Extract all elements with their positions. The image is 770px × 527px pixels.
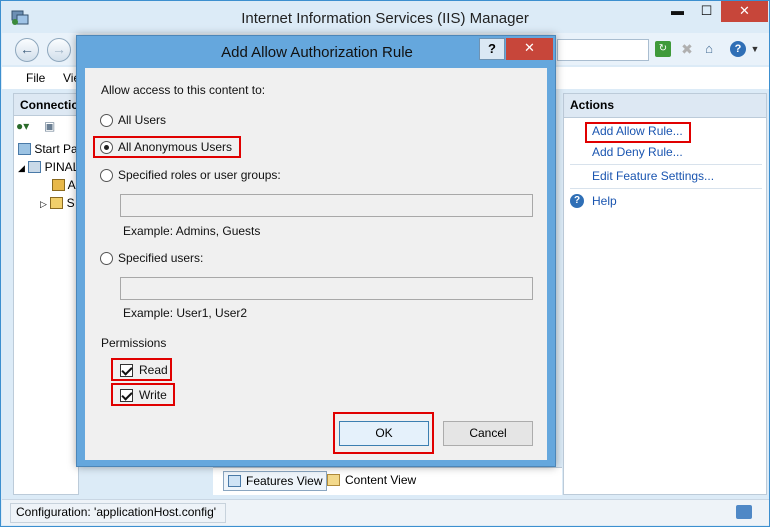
status-bar: Configuration: 'applicationHost.config' [2,499,769,525]
add-allow-authorization-rule-dialog: Add Allow Authorization Rule ? ✕ Allow a… [76,35,556,467]
minimize-button[interactable]: ▬ [663,1,692,22]
status-configuration: Configuration: 'applicationHost.config' [16,505,217,519]
content-view-icon [327,474,340,486]
help-icon: ? [570,194,584,208]
permissions-label: Permissions [101,336,167,350]
roles-example: Example: Admins, Guests [123,224,261,238]
expand-icon[interactable]: ◢ [18,163,25,173]
help-icon[interactable]: ? [730,41,746,57]
highlight-box [93,136,241,158]
close-button[interactable]: ✕ [721,1,768,22]
title-bar: Internet Information Services (IIS) Mana… [1,1,769,33]
dialog-close-button[interactable]: ✕ [506,38,553,60]
app-pools-icon [52,179,65,191]
connections-toolbar: ●▾ ▣ [14,116,78,136]
maximize-button[interactable]: ☐ [692,1,721,22]
tab-content-view[interactable]: Content View [323,471,420,491]
connections-pane: Connections ●▾ ▣ Start Page ◢ PINAL A ▷ … [13,93,91,495]
view-tabs-bar: Features View Content View [213,467,562,495]
roles-input[interactable] [120,194,533,217]
menu-file[interactable]: File [26,71,45,85]
address-bar[interactable] [557,39,649,61]
window-title: Internet Information Services (IIS) Mana… [241,10,529,27]
add-deny-rule-link[interactable]: Add Deny Rule... [592,145,683,159]
radio-specified-roles[interactable] [100,169,113,182]
cancel-button[interactable]: Cancel [443,421,533,446]
tab-features-view[interactable]: Features View [223,471,328,491]
refresh-icon[interactable]: ↻ [655,41,671,57]
highlight-box [585,122,691,143]
radio-all-users[interactable] [100,114,113,127]
all-users-label[interactable]: All Users [118,113,166,127]
highlight-box [333,412,434,454]
server-icon [28,161,42,173]
edit-feature-settings-link[interactable]: Edit Feature Settings... [592,169,714,183]
tree-item-server[interactable]: ◢ PINAL [18,160,79,174]
dialog-help-button[interactable]: ? [479,38,505,60]
actions-separator [570,188,762,189]
highlight-box [111,358,172,381]
tree-item-app-pools[interactable]: A [52,178,76,192]
actions-separator [570,164,762,165]
help-link[interactable]: Help [592,194,617,208]
highlight-box [111,383,175,406]
allow-access-label: Allow access to this content to: [101,83,266,97]
connections-header: Connections [14,94,78,116]
back-button[interactable]: ← [15,38,39,62]
actions-header: Actions [564,94,766,118]
chevron-down-icon[interactable]: ▼ [747,41,763,57]
expand-icon[interactable]: ▷ [40,199,47,209]
home-icon[interactable]: ⌂ [701,41,717,57]
specified-users-label[interactable]: Specified users: [118,251,203,265]
connect-icon[interactable]: ●▾ [16,119,29,133]
actions-pane: Actions Add Allow Rule... Add Deny Rule.… [563,93,767,495]
start-page-icon [18,143,31,155]
stop-icon[interactable]: ✖ [679,41,695,57]
users-example: Example: User1, User2 [123,306,248,320]
network-icon [736,505,752,519]
radio-specified-users[interactable] [100,252,113,265]
save-icon[interactable]: ▣ [44,119,55,133]
dialog-body: Allow access to this content to: All Use… [85,68,547,460]
specified-roles-label[interactable]: Specified roles or user groups: [118,168,281,182]
forward-button[interactable]: → [47,38,71,62]
tree-item-sites[interactable]: ▷ S [40,196,75,210]
users-input[interactable] [120,277,533,300]
sites-icon [50,197,64,209]
features-view-icon [228,475,241,487]
